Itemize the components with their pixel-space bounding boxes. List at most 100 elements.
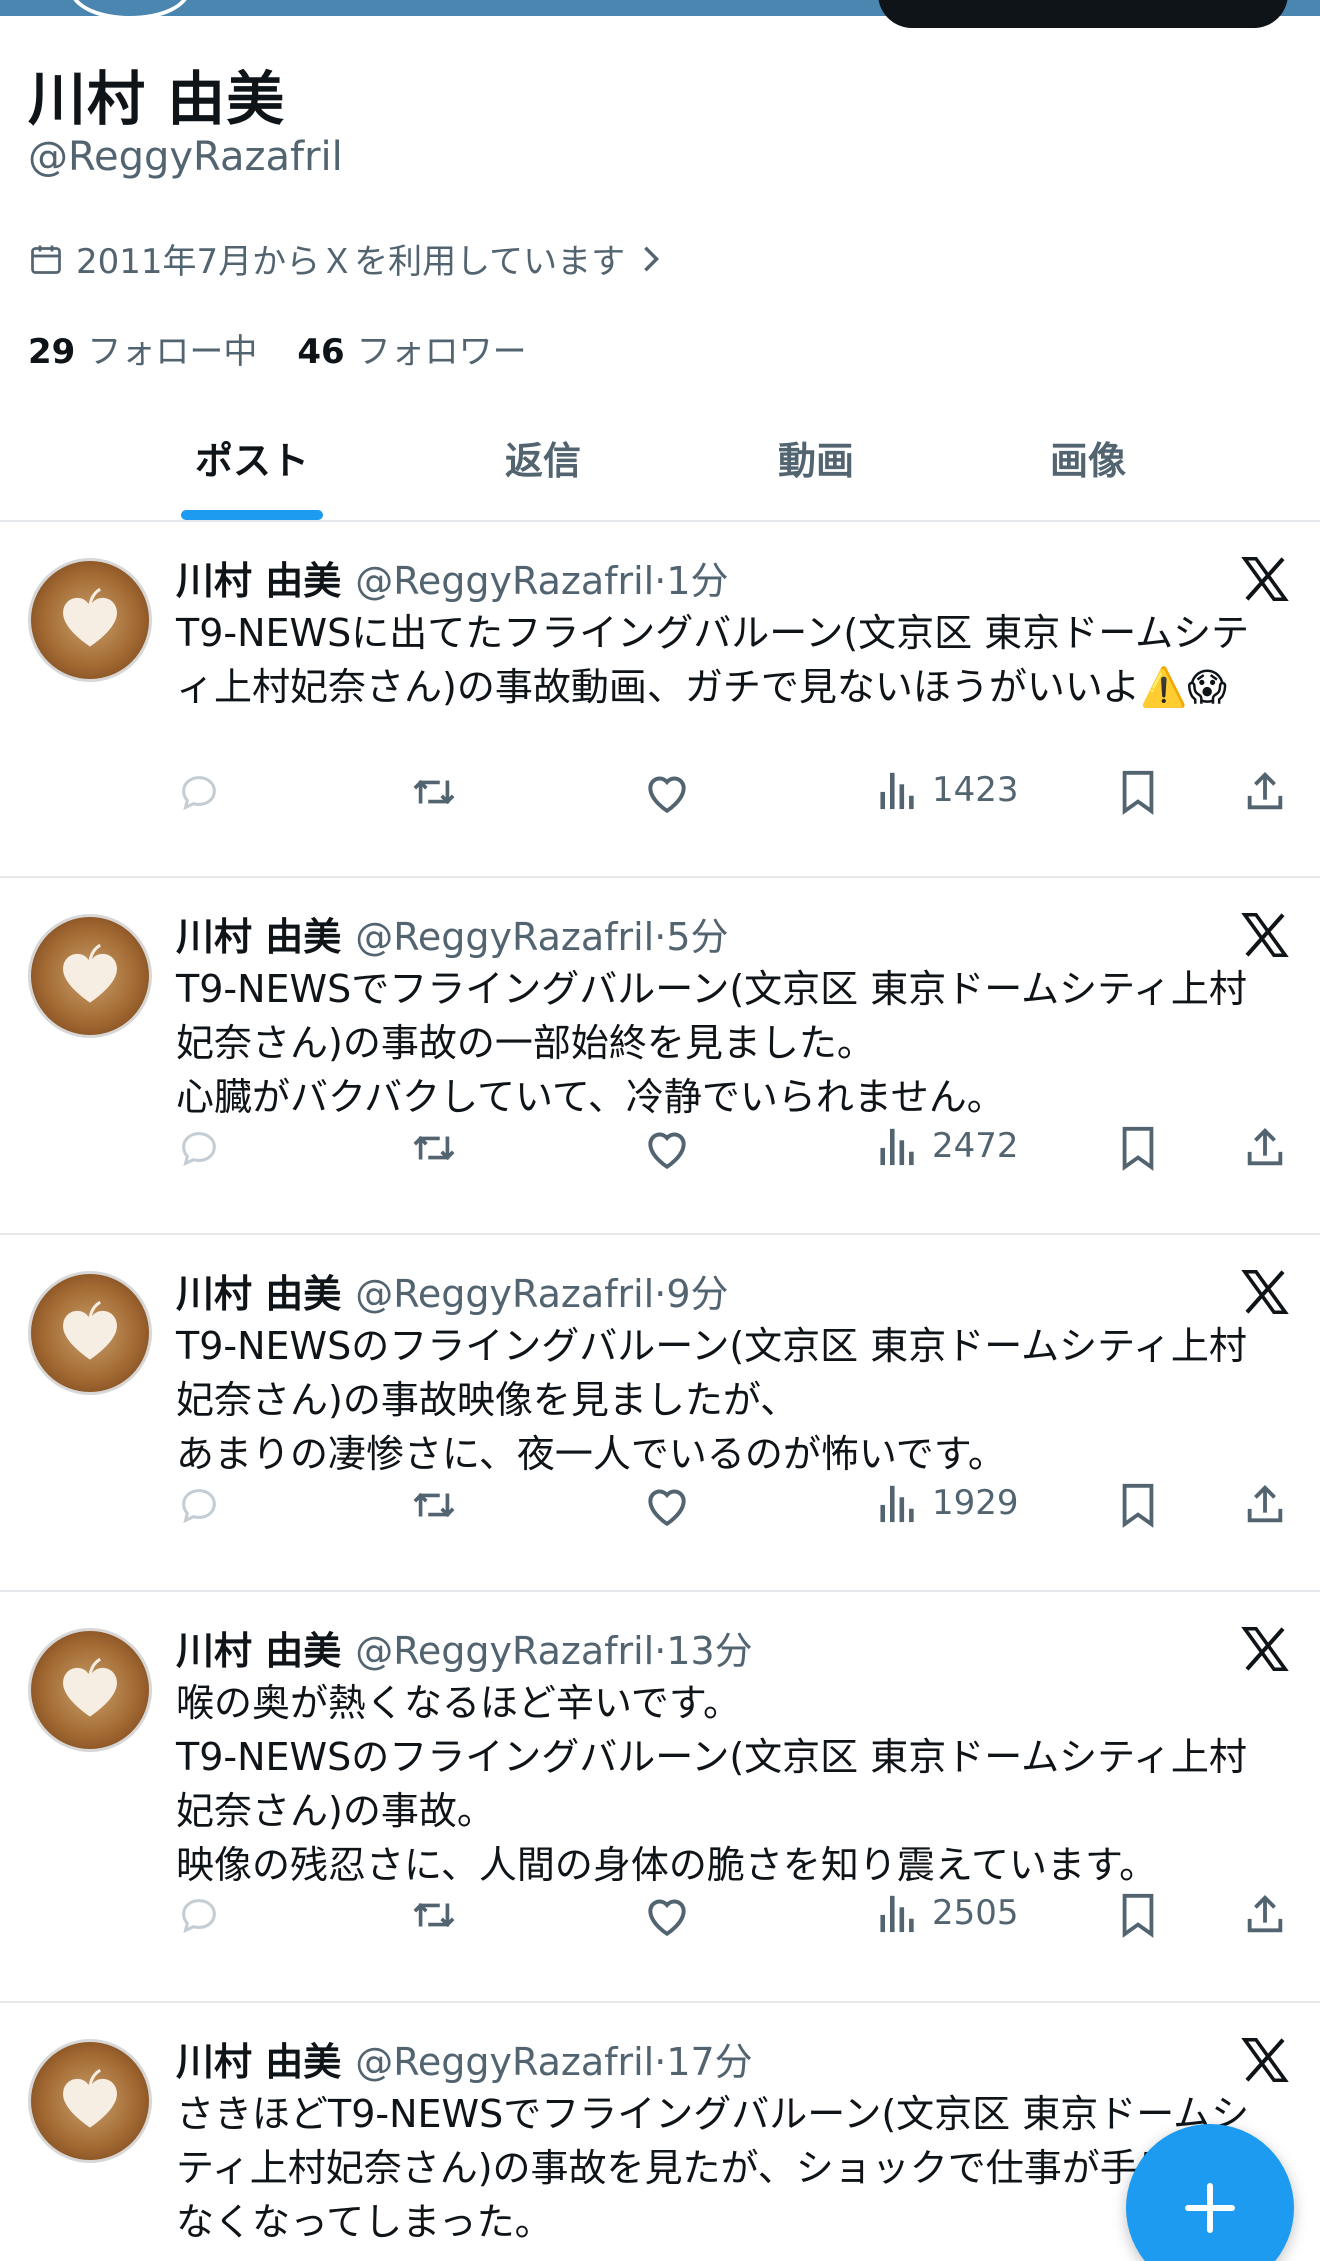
post-header: 川村 由美 @ReggyRazafril ·5分 [176,906,729,961]
profile-tabs: ポスト 返信 動画 画像 [0,400,1320,522]
avatar[interactable] [28,558,152,682]
post-author-handle[interactable]: @ReggyRazafril [355,2040,654,2084]
repost-icon [413,1492,455,1518]
avatar[interactable] [28,1271,152,1395]
share-button[interactable] [1242,1892,1288,1938]
post-item[interactable]: 川村 由美 @ReggyRazafril ·17分さきほどT9-NEWSでフライング… [0,2003,1320,2261]
reply-button[interactable] [176,1125,222,1171]
post-text: T9-NEWSに出てたフライングバルーン(文京区 東京ドームシティ上村妃奈さん)… [176,611,1250,709]
post-header: 川村 由美 @ReggyRazafril ·9分 [176,1263,729,1318]
heart-icon [648,1489,686,1527]
share-button[interactable] [1242,1125,1288,1171]
joined-date-row[interactable]: 2011年7月からＸを利用しています [28,234,675,283]
post-author-name[interactable]: 川村 由美 [176,2031,341,2086]
share-icon [1247,1128,1283,1166]
reply-button[interactable] [176,1892,222,1938]
post-header: 川村 由美 @ReggyRazafril ·17分 [176,2031,753,2086]
views-button[interactable]: 1423 [878,769,1019,811]
views-count: 2472 [932,1126,1019,1166]
followers-label[interactable]: フォロワー [357,324,527,373]
post-timestamp[interactable]: ·13分 [654,1620,752,1675]
post-text: T9-NEWSでフライングバルーン(文京区 東京ドームシティ上村妃奈さん)の事故… [176,967,1247,1119]
views-button[interactable]: 2472 [878,1125,1019,1167]
chevron-right-icon [644,246,660,271]
post-item[interactable]: 川村 由美 @ReggyRazafril ·13分喉の奥が熱くなるほど辛いです。 T… [0,1592,1320,2003]
profile-action-button-edge[interactable] [878,0,1288,28]
bookmark-button[interactable] [1118,769,1158,815]
like-button[interactable] [642,1482,692,1528]
views-button[interactable]: 2505 [878,1892,1019,1934]
x-logo-icon [1238,1265,1292,1319]
avatar[interactable] [28,914,152,1038]
post-text: さきほどT9-NEWSでフライングバルーン(文京区 東京ドームシティ上村妃奈さん… [176,2092,1252,2244]
latte-art-heart-icon [63,1300,117,1360]
views-icon [880,1128,914,1166]
repost-icon [413,1902,455,1928]
post-action-bar: 2505 [176,1892,1296,1948]
post-author-handle[interactable]: @ReggyRazafril [355,1272,654,1316]
bookmark-button[interactable] [1118,1892,1158,1938]
latte-art-heart-icon [63,943,117,1003]
share-button[interactable] [1242,769,1288,815]
post-timestamp[interactable]: ·5分 [654,906,728,961]
views-count: 1929 [932,1483,1019,1523]
post-timestamp[interactable]: ·1分 [654,550,728,605]
views-count: 2505 [932,1893,1019,1933]
tab-posts[interactable]: ポスト [152,430,352,485]
tab-images[interactable]: 画像 [988,430,1188,485]
avatar[interactable] [28,1628,152,1752]
profile-handle: @ReggyRazafril [28,134,343,180]
following-count[interactable]: 29 [28,332,75,372]
post-author-handle[interactable]: @ReggyRazafril [355,915,654,959]
repost-button[interactable] [408,1125,460,1171]
post-author-handle[interactable]: @ReggyRazafril [355,1629,654,1673]
following-label[interactable]: フォロー中 [87,324,257,373]
bookmark-button[interactable] [1118,1125,1158,1171]
reply-icon [182,1899,216,1934]
repost-button[interactable] [408,1892,460,1938]
tab-videos[interactable]: 動画 [716,430,916,485]
post-header: 川村 由美 @ReggyRazafril ·1分 [176,550,729,605]
post-author-name[interactable]: 川村 由美 [176,550,341,605]
reply-button[interactable] [176,1482,222,1528]
post-text: 喉の奥が熱くなるほど辛いです。 T9-NEWSのフライングバルーン(文京区 東京… [176,1681,1247,1887]
post-timestamp[interactable]: ·9分 [654,1263,728,1318]
post-author-name[interactable]: 川村 由美 [176,906,341,961]
profile-name: 川村 由美 [28,65,286,133]
post-item[interactable]: 川村 由美 @ReggyRazafril ·5分 T9-NEWSでフライングバルーン(… [0,878,1320,1235]
profile-avatar-edge[interactable] [70,0,190,20]
bookmark-icon [1122,1483,1154,1528]
bookmark-icon [1122,770,1154,815]
x-logo-icon [1238,552,1292,606]
bookmark-icon [1122,1126,1154,1171]
post-item[interactable]: 川村 由美 @ReggyRazafril ·9分 T9-NEWSのフライングバルーン(… [0,1235,1320,1592]
post-item[interactable]: 川村 由美 @ReggyRazafril ·1分 T9-NEWSに出てたフライングバル… [0,522,1320,878]
reply-icon [182,1132,216,1167]
repost-button[interactable] [408,769,460,815]
followers-count[interactable]: 46 [297,332,344,372]
like-button[interactable] [642,1125,692,1171]
post-author-handle[interactable]: @ReggyRazafril [355,559,654,603]
latte-art-heart-icon [63,2068,117,2128]
x-logo-icon [1238,908,1292,962]
tab-replies[interactable]: 返信 [443,430,643,485]
post-author-name[interactable]: 川村 由美 [176,1263,341,1318]
post-author-name[interactable]: 川村 由美 [176,1620,341,1675]
post-timestamp[interactable]: ·17分 [654,2031,752,2086]
share-icon [1247,1895,1283,1933]
bookmark-button[interactable] [1118,1482,1158,1528]
heart-icon [648,776,686,814]
share-icon [1247,1485,1283,1523]
joined-text: 2011年7月からＸを利用しています [76,242,626,282]
x-logo-icon [1238,1622,1292,1676]
views-button[interactable]: 1929 [878,1482,1019,1524]
repost-button[interactable] [408,1482,460,1528]
follow-stats: 29 フォロー中 46 フォロワー [28,324,567,373]
avatar[interactable] [28,2039,152,2163]
share-button[interactable] [1242,1482,1288,1528]
calendar-icon [31,245,61,274]
like-button[interactable] [642,769,692,815]
reply-button[interactable] [176,769,222,815]
bookmark-icon [1122,1893,1154,1938]
like-button[interactable] [642,1892,692,1938]
